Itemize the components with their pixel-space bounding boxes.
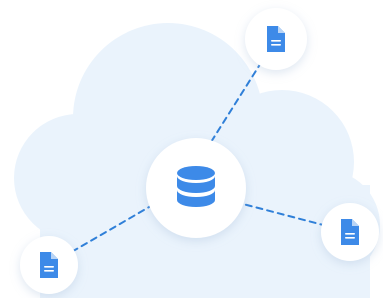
illustration-canvas	[14, 8, 380, 298]
cloud-database-illustration	[0, 0, 383, 298]
document-node-top-right[interactable]	[245, 8, 307, 70]
database-icon	[177, 166, 215, 207]
document-node-bottom-left[interactable]	[20, 236, 78, 294]
document-node-right[interactable]	[321, 203, 379, 261]
database-hub[interactable]	[146, 138, 246, 238]
